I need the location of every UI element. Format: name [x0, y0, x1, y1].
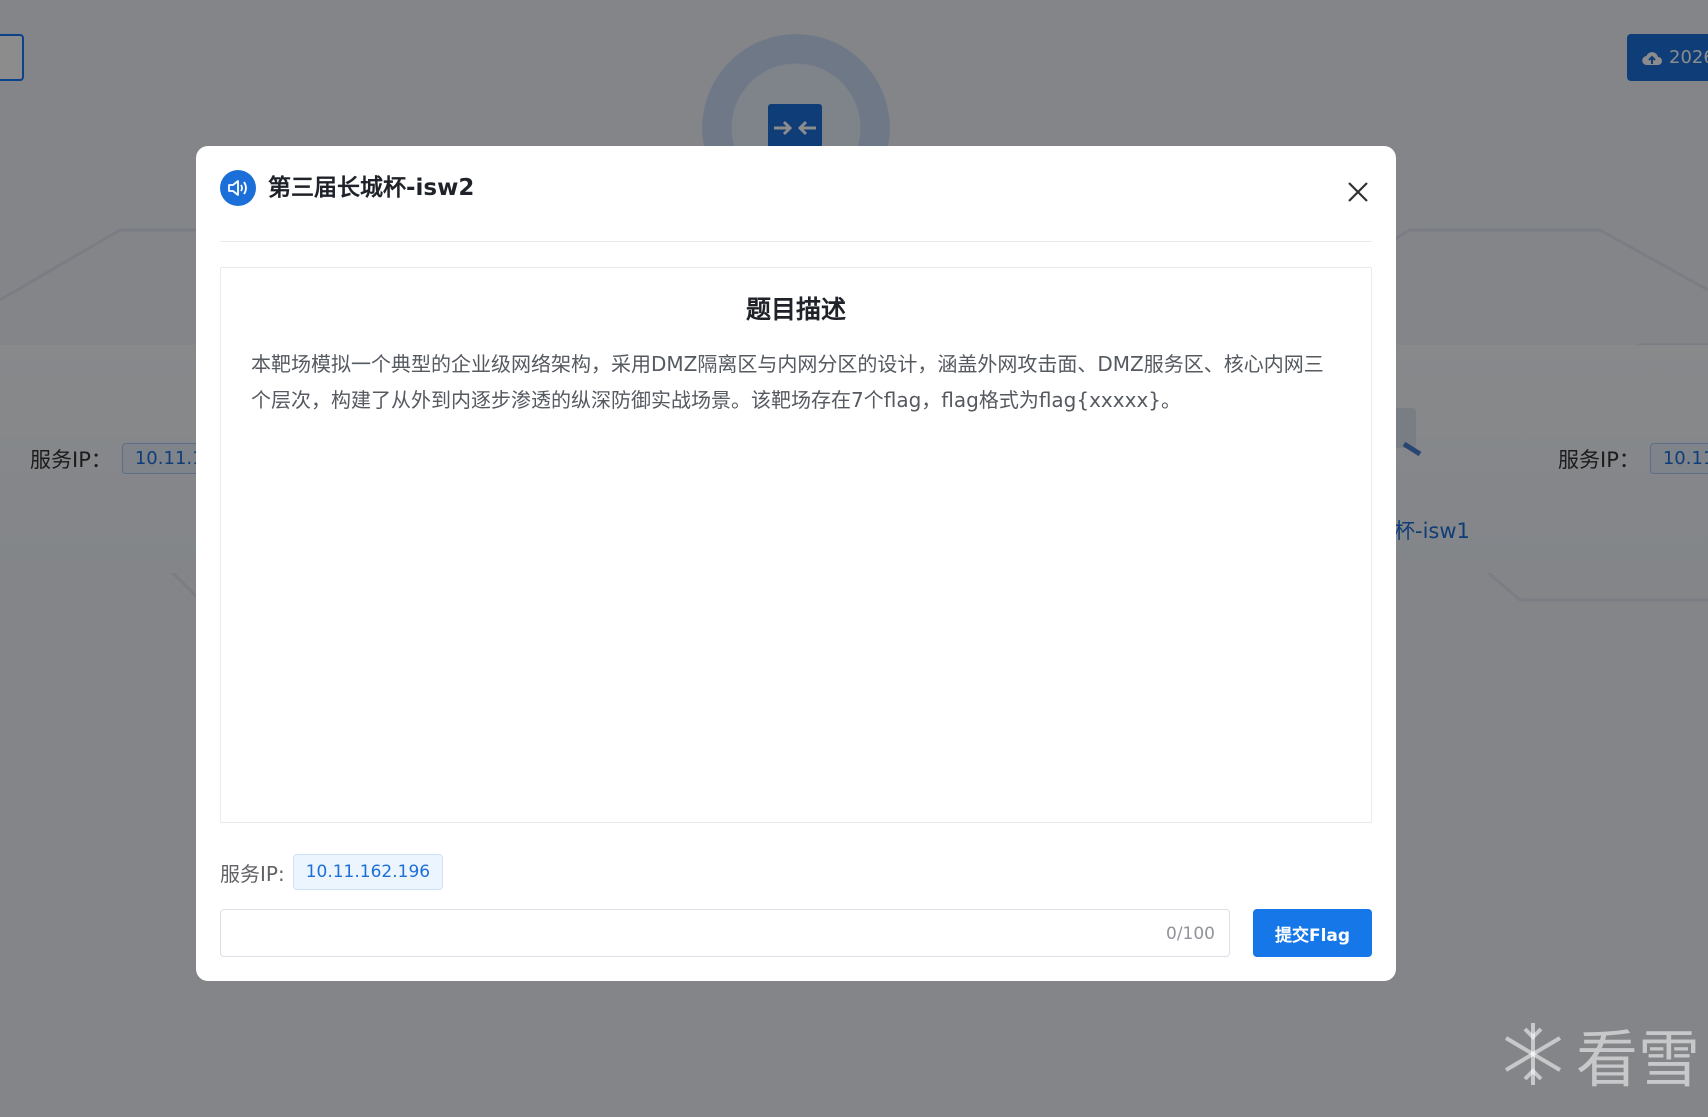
- speaker-icon: [220, 170, 256, 206]
- watermark: 看雪: [1498, 1018, 1700, 1096]
- snowflake-icon: [1504, 1023, 1562, 1085]
- watermark-text: 看雪: [1576, 1023, 1701, 1096]
- flag-char-count: 0/100: [1166, 924, 1215, 944]
- submit-flag-button[interactable]: 提交Flag: [1253, 909, 1372, 957]
- description-panel: 题目描述 本靶场模拟一个典型的企业级网络架构，采用DMZ隔离区与内网分区的设计，…: [220, 267, 1372, 823]
- flag-input-wrapper: 0/100: [220, 909, 1230, 957]
- description-body: 本靶场模拟一个典型的企业级网络架构，采用DMZ隔离区与内网分区的设计，涵盖外网攻…: [251, 352, 1324, 412]
- service-ip-row: 服务IP: 10.11.162.196: [220, 854, 444, 890]
- service-ip-label: 服务IP:: [220, 861, 285, 886]
- service-ip-tag[interactable]: 10.11.162.196: [292, 854, 444, 890]
- flag-input[interactable]: [221, 910, 1229, 956]
- challenge-modal: 第三届长城杯-isw2 题目描述 本靶场模拟一个典型的企业级网络架构，采用DMZ…: [196, 146, 1396, 981]
- close-icon[interactable]: [1344, 178, 1372, 206]
- description-heading: 题目描述: [745, 295, 846, 324]
- modal-title: 第三届长城杯-isw2: [268, 175, 475, 201]
- modal-header: 第三届长城杯-isw2: [220, 170, 1372, 242]
